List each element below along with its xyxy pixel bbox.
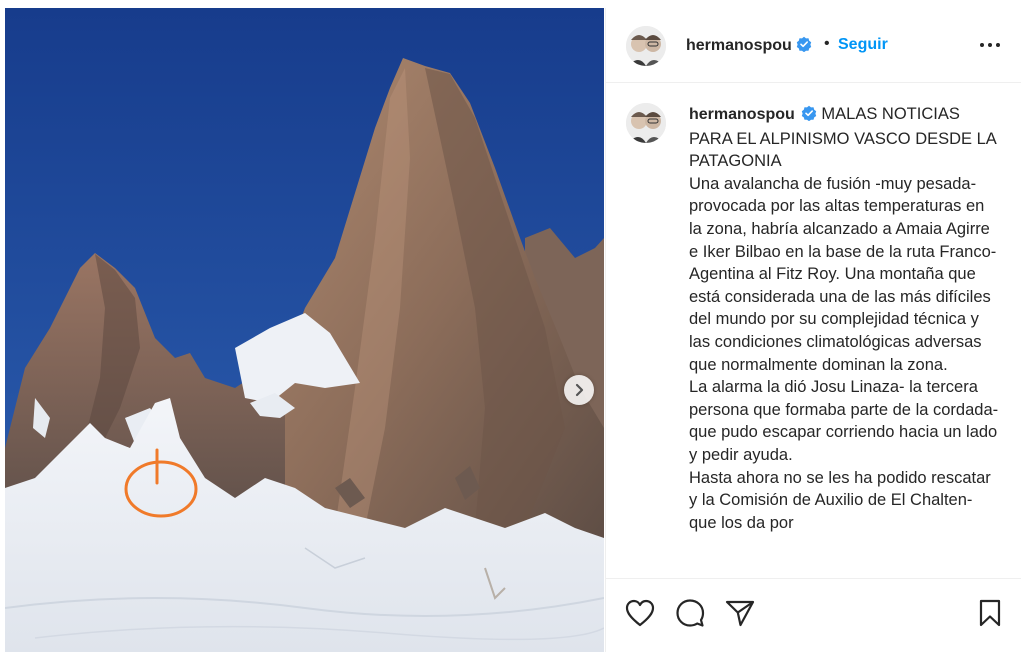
avatar-image [626, 103, 666, 143]
next-image-button[interactable] [564, 375, 594, 405]
verified-badge-icon [801, 105, 817, 128]
chevron-right-icon [575, 383, 584, 397]
author-avatar[interactable] [626, 26, 666, 66]
more-options-icon [980, 43, 1000, 47]
save-button[interactable] [974, 597, 1006, 629]
post-side-panel: hermanospou • Seguir hermanospou MALAS N… [605, 8, 1021, 652]
mountain-photo [5, 8, 604, 652]
separator-dot: • [824, 35, 830, 52]
caption-section: hermanospou MALAS NOTICIAS PARA EL ALPIN… [606, 83, 1021, 577]
action-bar [606, 578, 1021, 653]
caption-paragraph: Una avalancha de fusión -muy pesada- pro… [689, 174, 997, 374]
username-text[interactable]: hermanospou [686, 37, 792, 54]
caption-paragraph: La alarma la dió Josu Linaza- la tercera… [689, 378, 999, 464]
paper-plane-icon [725, 600, 755, 627]
heart-icon [625, 599, 655, 627]
caption-title-line: hermanospou MALAS NOTICIAS PARA EL ALPIN… [689, 103, 999, 173]
avatar-image [626, 26, 666, 66]
post-caption: hermanospou MALAS NOTICIAS PARA EL ALPIN… [689, 103, 999, 534]
caption-author-avatar[interactable] [626, 103, 666, 143]
share-button[interactable] [724, 597, 756, 629]
post-photo[interactable] [5, 8, 604, 652]
post-header: hermanospou • Seguir [606, 8, 1021, 83]
caption-username[interactable]: hermanospou [689, 106, 795, 123]
follow-button[interactable]: Seguir [838, 36, 888, 54]
caption-paragraph: Hasta ahora no se les ha podido rescatar… [689, 468, 991, 532]
instagram-post: hermanospou • Seguir hermanospou MALAS N… [0, 0, 1021, 652]
comment-icon [676, 599, 705, 627]
author-username[interactable]: hermanospou [686, 36, 812, 57]
bookmark-icon [979, 599, 1001, 627]
comment-button[interactable] [674, 597, 706, 629]
like-button[interactable] [624, 597, 656, 629]
more-options-button[interactable] [978, 36, 1002, 54]
verified-badge-icon [796, 36, 812, 57]
